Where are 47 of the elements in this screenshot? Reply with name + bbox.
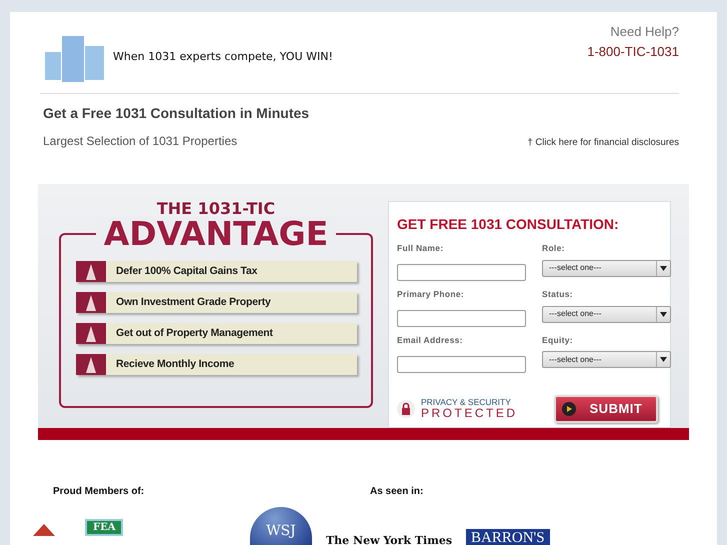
association-logo: FEA	[85, 519, 124, 536]
field-label: Status:	[542, 288, 574, 300]
select-value: ---select one---	[549, 354, 602, 366]
select-dropdown[interactable]: ---select one---	[542, 260, 671, 277]
media-label: As seen in:	[369, 485, 424, 499]
privacy-text: PRIVACY & SECURITY	[421, 398, 512, 407]
protected-text: PROTECTED	[421, 406, 518, 420]
advantage-title: THE 1031-TIC	[156, 201, 276, 217]
play-icon	[562, 402, 576, 416]
field-label: Email Address:	[397, 334, 464, 346]
select-dropdown[interactable]: ---select one---	[542, 351, 671, 368]
help-label: Need Help?	[609, 23, 679, 41]
benefit-text: Get out of Property Management	[115, 326, 273, 341]
newspaper-logo: The New York Times	[326, 534, 452, 545]
caret-icon	[656, 260, 670, 276]
building-icon	[76, 323, 106, 344]
benefit-text: Defer 100% Capital Gains Tax	[115, 264, 258, 279]
headline: Get a Free 1031 Consultation in Minutes	[43, 104, 310, 123]
select-dropdown[interactable]: ---select one---	[542, 306, 671, 322]
select-value: ---select one---	[549, 308, 602, 320]
disclosure-link[interactable]: † Click here for financial disclosures	[527, 136, 679, 150]
newspaper-logo: WSJ	[250, 507, 312, 545]
benefit-text: Recieve Monthly Income	[115, 357, 234, 372]
caret-icon	[656, 306, 670, 322]
field-label: Primary Phone:	[397, 288, 466, 300]
triangle-logo-icon	[33, 524, 55, 536]
select-value: ---select one---	[549, 262, 602, 274]
field-label: Role:	[542, 242, 566, 255]
benefit-text: Own Investment Grade Property	[115, 295, 271, 310]
form-title: GET FREE 1031 CONSULTATION:	[397, 215, 620, 234]
text-field[interactable]	[397, 356, 526, 373]
field-label: Equity:	[542, 334, 574, 346]
building-icon	[76, 261, 106, 282]
buildings-icon	[45, 34, 105, 82]
phone-number: 1-800-TIC-1031	[587, 42, 679, 60]
text-field[interactable]	[397, 310, 526, 327]
tagline-text: When 1031 experts compete, YOU WIN!	[113, 49, 333, 66]
field-label: Full Name:	[397, 242, 444, 255]
submit-button[interactable]: SUBMIT	[554, 395, 658, 423]
subheadline: Largest Selection of 1031 Properties	[43, 133, 238, 150]
building-icon	[76, 354, 106, 375]
building-icon	[76, 292, 106, 313]
text-field[interactable]	[397, 264, 526, 282]
caret-icon	[656, 352, 670, 368]
newspaper-logo: BARRON'S	[466, 529, 550, 545]
lock-icon	[397, 400, 415, 418]
members-label: Proud Members of:	[53, 485, 146, 499]
